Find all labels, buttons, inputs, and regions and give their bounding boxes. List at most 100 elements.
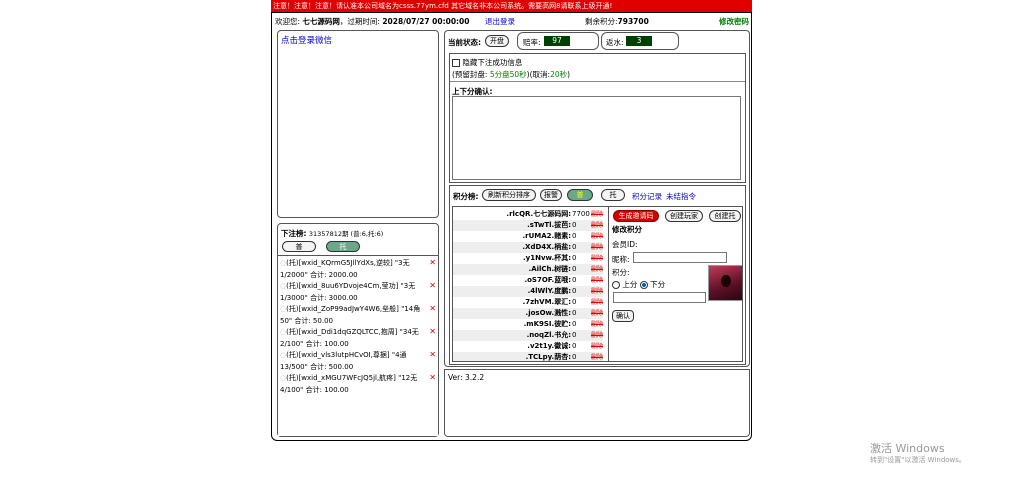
player-row: .y1Nvw.杯其: 0 删除 <box>523 253 604 264</box>
bet-item-line2: 4/100" 合计: 100.00 <box>280 386 349 394</box>
delete-player-link[interactable]: 删除 <box>591 308 603 319</box>
player-row: .mK9SI.彼贮: 0 删除 <box>523 319 604 330</box>
delete-player-link[interactable]: 删除 <box>591 286 603 297</box>
edit-points-title: 修改积分 <box>612 225 642 234</box>
delete-player-link[interactable]: 删除 <box>591 352 603 361</box>
seal-info: (预留封盘: 5分盘50秒)(取消:20秒) <box>452 70 571 79</box>
delete-player-link[interactable]: 删除 <box>591 275 603 286</box>
delete-player-link[interactable]: 删除 <box>591 330 603 341</box>
delete-bet-icon[interactable]: ✕ <box>429 372 436 384</box>
tuo-toggle-button[interactable]: 托 <box>601 189 625 201</box>
hide-success-option[interactable]: 隐藏下注成功信息 <box>452 57 522 68</box>
player-row: .4lWlY.度鹏: 0 删除 <box>453 286 603 297</box>
unsettled-commands-link[interactable]: 未结指令 <box>666 191 696 202</box>
confirm-textarea[interactable] <box>452 96 741 180</box>
player-row: .rUMA2.赌素: 0 删除 <box>522 231 604 242</box>
logout-link[interactable]: 退出登录 <box>485 16 515 28</box>
state-toggle-button[interactable]: 开盘 <box>485 35 509 47</box>
delete-player-link[interactable]: 删除 <box>591 209 603 220</box>
username: 七七源码网 <box>302 17 340 26</box>
confirm-points-button[interactable]: 确认 <box>612 310 634 322</box>
generate-invite-button[interactable]: 生成邀请码 <box>613 210 659 222</box>
up-radio[interactable] <box>612 281 620 289</box>
normal-toggle-button[interactable]: 普 <box>567 189 593 201</box>
avatar <box>708 265 742 301</box>
delete-bet-icon[interactable]: ✕ <box>429 326 436 338</box>
remaining-points: 剩余积分:793700 <box>585 16 649 28</box>
delete-player-link[interactable]: 删除 <box>591 231 603 242</box>
windows-activation-hint: 转到"设置"以激活 Windows。 <box>870 456 966 464</box>
player-row: .josOw.溅性: 0 删除 <box>453 308 603 319</box>
options-panel: 隐藏下注成功信息 (预留封盘: 5分盘50秒)(取消:20秒) 上下分确认: <box>449 53 746 183</box>
player-row: .XdD4X.柄盐: 0 删除 <box>453 242 603 253</box>
delete-bet-icon[interactable]: ✕ <box>429 303 436 315</box>
bet-item-line1: ◌(托)[wxid_Ddi1dqGZQLTCC,抱周] "34无 <box>280 328 419 336</box>
delete-bet-icon[interactable]: ✕ <box>429 349 436 361</box>
bet-item-line1: ◌(托)[wxid_KQrmG5JllYdXs,逆较] "3无 <box>280 259 410 267</box>
player-row: .7zhVM.翠汇: 0 删除 <box>522 297 604 308</box>
create-tuo-button[interactable]: 创建托 <box>709 210 741 222</box>
delete-player-link[interactable]: 删除 <box>591 297 603 308</box>
windows-activation-watermark: 激活 Windows <box>870 442 945 455</box>
bet-item: ◌(托)[wxid_ZoP99adJwY4W6,垒般] "14角 50" 合计:… <box>280 303 438 327</box>
filter-normal-button[interactable]: 普 <box>282 241 316 252</box>
player-row: .AilCh.树链: 0 删除 <box>453 264 603 275</box>
refresh-sort-button[interactable]: 刷新积分排序 <box>482 189 536 201</box>
version-text: Ver: 3.2.2 <box>448 373 485 382</box>
bet-item: ◌(托)[wxid_vls3lutpHCvOI,尊据] "4通 13/500" … <box>280 349 438 373</box>
top-bar: 欢迎您: 七七源码网，过期时间: 2028/07/27 00:00:00 退出登… <box>275 16 750 28</box>
rebate-label: 返水: <box>606 38 624 47</box>
delete-bet-icon[interactable]: ✕ <box>429 257 436 269</box>
points-label: 剩余积分: <box>585 17 618 26</box>
player-row: .oS7OF.蓝哦: 0 删除 <box>524 275 604 286</box>
expire-label: ，过期时间: <box>339 17 380 26</box>
wechat-login-link[interactable]: 点击登录微信 <box>281 34 332 46</box>
delete-player-link[interactable]: 删除 <box>591 319 603 330</box>
create-player-button[interactable]: 创建玩家 <box>665 210 703 222</box>
rebate-group: 返水: 3 <box>601 32 679 50</box>
bet-item: ◌(托)[wxid_Ddi1dqGZQLTCC,抱周] "34无 2/100" … <box>280 326 438 350</box>
down-radio[interactable] <box>639 281 648 289</box>
bet-item-line1: ◌(托)[wxid_vls3lutpHCvOI,尊据] "4通 <box>280 351 407 359</box>
player-row: .v2t1y.徽诚: 0 删除 <box>527 341 604 352</box>
bet-item: ◌(托)[wxid_xMGU7WFcJQ5jl,航疼] "12无 4/100" … <box>280 372 438 396</box>
hide-success-checkbox[interactable] <box>452 59 460 67</box>
alarm-button[interactable]: 报警 <box>540 189 562 201</box>
notice-banner: 注意！注意！注意！请认准本公司域名为csss.77ym.cfd 其它域名非本公司… <box>271 0 752 12</box>
player-row: .TCLpy.荫杏: 0 删除 <box>453 352 603 361</box>
welcome-label: 欢迎您: <box>275 17 301 26</box>
bet-list-summary: 31357812期 (普:6,托:6) <box>308 230 384 238</box>
points-amount-input[interactable] <box>613 292 706 303</box>
nickname-input[interactable] <box>633 252 727 263</box>
points-history-link[interactable]: 积分记录 <box>632 191 662 202</box>
member-id-label: 会员ID: <box>612 240 638 249</box>
delete-player-link[interactable]: 删除 <box>591 341 603 352</box>
expire-time: 2028/07/27 00:00:00 <box>382 17 470 26</box>
delete-player-link[interactable]: 删除 <box>591 242 603 253</box>
bet-item-line1: ◌(托)[wxid_ZoP99adJwY4W6,垒般] "14角 <box>280 305 421 313</box>
bet-item: ◌(托)[wxid_KQrmG5JllYdXs,逆较] "3无 1/2000" … <box>280 257 438 281</box>
player-row: .rlcQR.七七源码网: 7700 删除 <box>506 209 604 220</box>
hide-success-label: 隐藏下注成功信息 <box>462 58 523 67</box>
nickname-label: 昵称: <box>612 255 630 264</box>
player-area: .rlcQR.七七源码网: 7700 删除 .sTwTl.拔芭: 0 删除 .rUMA2… <box>452 206 743 362</box>
change-password-link[interactable]: 修改密码 <box>719 16 749 28</box>
bet-list-panel: 下注榜: 31357812期 (普:6,托:6) 普 托 ◌(托)[wxid_K… <box>277 223 439 437</box>
delete-player-link[interactable]: 删除 <box>591 264 603 275</box>
delete-player-link[interactable]: 删除 <box>591 253 603 264</box>
control-panel: 当前状态: 开盘 赔率: 97 返水: 3 隐藏下注成功信息 (预留封盘: 5分… <box>444 30 750 367</box>
bet-list-title: 下注榜: <box>281 229 307 238</box>
odds-value[interactable]: 97 <box>544 36 570 46</box>
bet-item-line1: ◌(托)[wxid_8uu6YDvoje4Cm,莹功] "3无 <box>280 282 416 290</box>
points-board-label: 积分榜: <box>453 192 479 201</box>
rebate-value[interactable]: 3 <box>626 36 652 46</box>
delete-bet-icon[interactable]: ✕ <box>429 280 436 292</box>
down-label: 下分 <box>650 280 666 289</box>
version-panel: Ver: 3.2.2 <box>444 369 750 437</box>
avatar-figure <box>721 275 731 287</box>
status-label: 当前状态: <box>448 38 481 47</box>
manage-panel: 生成邀请码 创建玩家 创建托 修改积分 会员ID: 昵称: 积分: 上分 下分 <box>611 207 742 361</box>
points-input-label: 积分: <box>612 268 630 277</box>
delete-player-link[interactable]: 删除 <box>591 220 603 231</box>
filter-tuo-button[interactable]: 托 <box>326 241 360 252</box>
